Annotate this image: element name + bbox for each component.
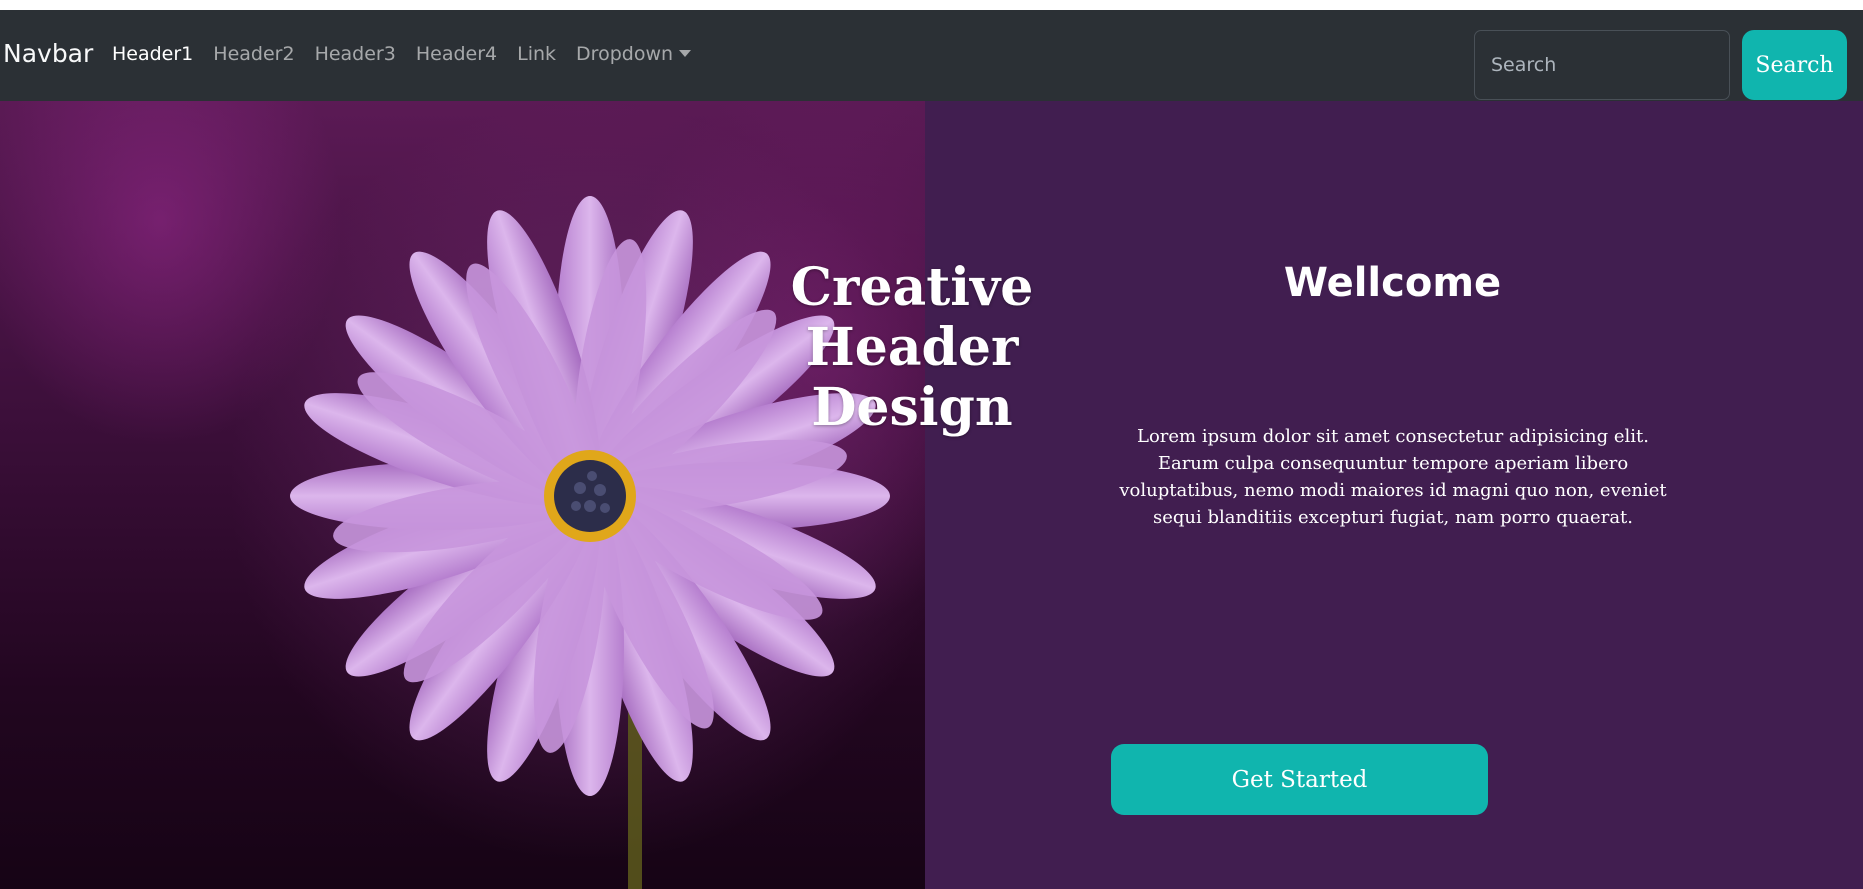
dropdown-label: Dropdown [576, 43, 674, 65]
window-top-strip [0, 0, 1863, 10]
get-started-button[interactable]: Get Started [1111, 744, 1488, 815]
hero-image-panel [0, 101, 925, 889]
nav-link-header2[interactable]: Header2 [213, 40, 294, 68]
hero-body-text: Lorem ipsum dolor sit amet consectetur a… [1119, 426, 1667, 528]
nav-link-header4[interactable]: Header4 [416, 40, 497, 68]
hero-image-title: Creative Header Design [790, 257, 1034, 438]
nav-links: Header1 Header2 Header3 Header4 Link Dro… [112, 40, 711, 68]
navbar-brand[interactable]: Navbar [3, 38, 93, 70]
chevron-down-icon [679, 50, 692, 57]
search-button[interactable]: Search [1742, 30, 1847, 100]
welcome-heading: Wellcome [1283, 260, 1502, 306]
top-navbar: Navbar Header1 Header2 Header3 Header4 L… [0, 10, 1863, 101]
nav-dropdown-toggle[interactable]: Dropdown [576, 40, 692, 68]
nav-link-link[interactable]: Link [517, 40, 556, 68]
nav-link-header1[interactable]: Header1 [112, 40, 193, 68]
flower-image [230, 101, 925, 889]
nav-link-header3[interactable]: Header3 [315, 40, 396, 68]
search-input[interactable] [1474, 30, 1730, 100]
